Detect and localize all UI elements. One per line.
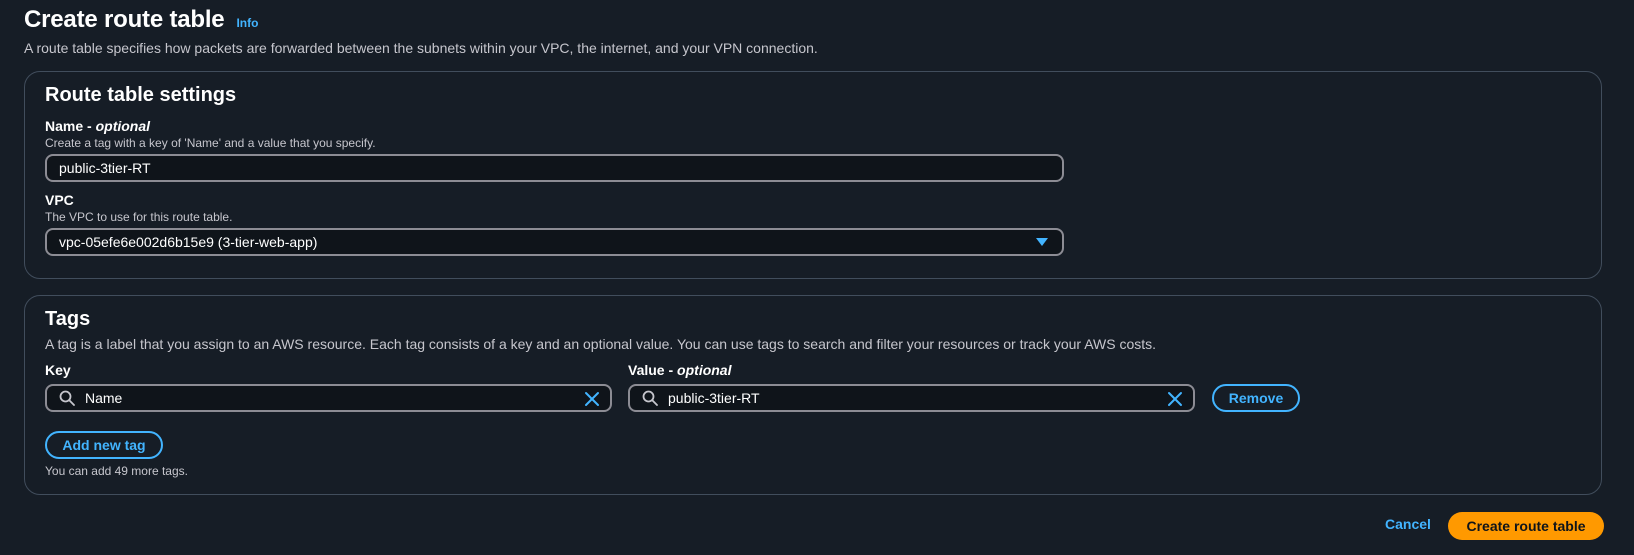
tag-key-input[interactable]: Name xyxy=(45,384,612,412)
tag-value-label-text: Value xyxy=(628,362,665,378)
tag-value-value: public-3tier-RT xyxy=(668,390,760,406)
name-label-text: Name xyxy=(45,118,84,134)
caret-down-icon xyxy=(1036,238,1048,246)
tag-key-label: Key xyxy=(45,362,71,378)
add-new-tag-button[interactable]: Add new tag xyxy=(45,431,163,459)
tag-value-optional-text: optional xyxy=(677,362,732,378)
create-route-table-page: Create route table Info A route table sp… xyxy=(0,0,1634,555)
page-header: Create route table Info A route table sp… xyxy=(24,6,818,56)
vpc-select-value: vpc-05efe6e002d6b15e9 (3-tier-web-app) xyxy=(59,234,318,250)
name-input[interactable]: public-3tier-RT xyxy=(45,154,1064,182)
name-input-value: public-3tier-RT xyxy=(59,160,151,176)
name-hint: Create a tag with a key of 'Name' and a … xyxy=(45,136,376,150)
remaining-tags-note: You can add 49 more tags. xyxy=(45,464,188,478)
title-row: Create route table Info xyxy=(24,6,818,34)
vpc-select[interactable]: vpc-05efe6e002d6b15e9 (3-tier-web-app) xyxy=(45,228,1064,256)
cancel-button[interactable]: Cancel xyxy=(1385,516,1431,532)
remove-tag-button[interactable]: Remove xyxy=(1212,384,1300,412)
route-table-settings-panel: Route table settings Name - optional Cre… xyxy=(24,71,1602,279)
tag-value-input[interactable]: public-3tier-RT xyxy=(628,384,1195,412)
search-icon xyxy=(642,390,658,406)
info-link[interactable]: Info xyxy=(236,16,258,30)
tags-description: A tag is a label that you assign to an A… xyxy=(45,336,1157,352)
vpc-label: VPC xyxy=(45,192,74,208)
create-route-table-button[interactable]: Create route table xyxy=(1448,512,1604,540)
tag-key-value: Name xyxy=(85,390,123,406)
close-icon[interactable] xyxy=(584,391,600,407)
page-title: Create route table xyxy=(24,6,225,33)
tag-value-label: Value - optional xyxy=(628,362,732,378)
page-description: A route table specifies how packets are … xyxy=(24,40,818,56)
tags-panel-title: Tags xyxy=(45,308,91,330)
close-icon[interactable] xyxy=(1167,391,1183,407)
vpc-hint: The VPC to use for this route table. xyxy=(45,210,233,224)
search-icon xyxy=(59,390,75,406)
name-label: Name - optional xyxy=(45,118,151,134)
settings-panel-title: Route table settings xyxy=(45,84,237,106)
name-optional-text: optional xyxy=(95,118,151,134)
tags-panel: Tags A tag is a label that you assign to… xyxy=(24,295,1602,495)
